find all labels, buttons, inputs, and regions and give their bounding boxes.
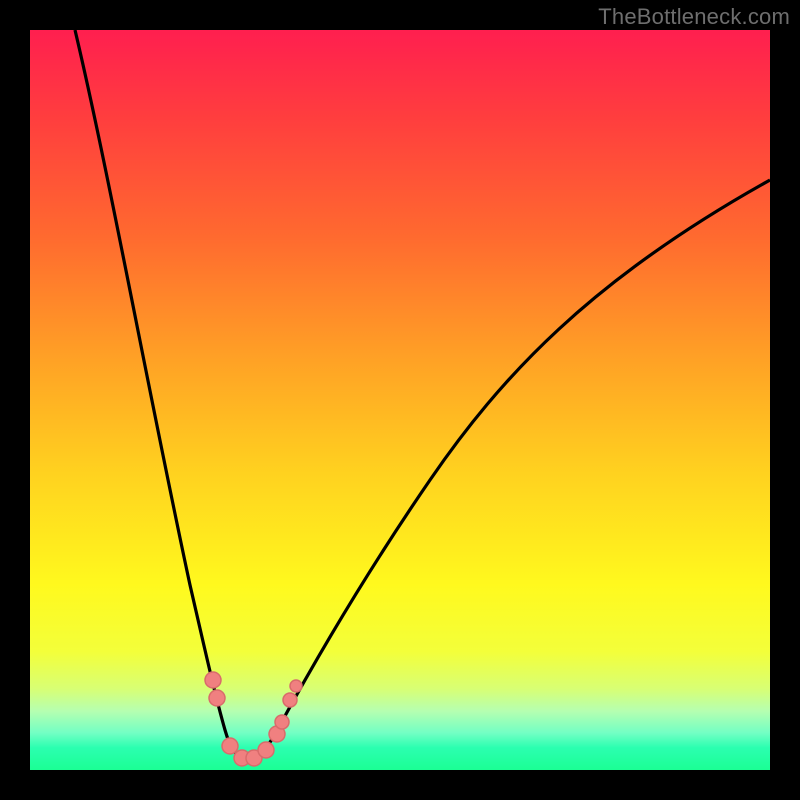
chart-frame: TheBottleneck.com [0, 0, 800, 800]
watermark-text: TheBottleneck.com [598, 4, 790, 30]
marker-dot [205, 672, 221, 688]
plot-area [30, 30, 770, 770]
marker-dot [209, 690, 225, 706]
bottleneck-curve [75, 30, 770, 760]
marker-dot [258, 742, 274, 758]
marker-dot [290, 680, 302, 692]
bottleneck-curve-svg [30, 30, 770, 770]
marker-dot [275, 715, 289, 729]
marker-dot [283, 693, 297, 707]
marker-cluster [205, 672, 302, 766]
marker-dot [222, 738, 238, 754]
